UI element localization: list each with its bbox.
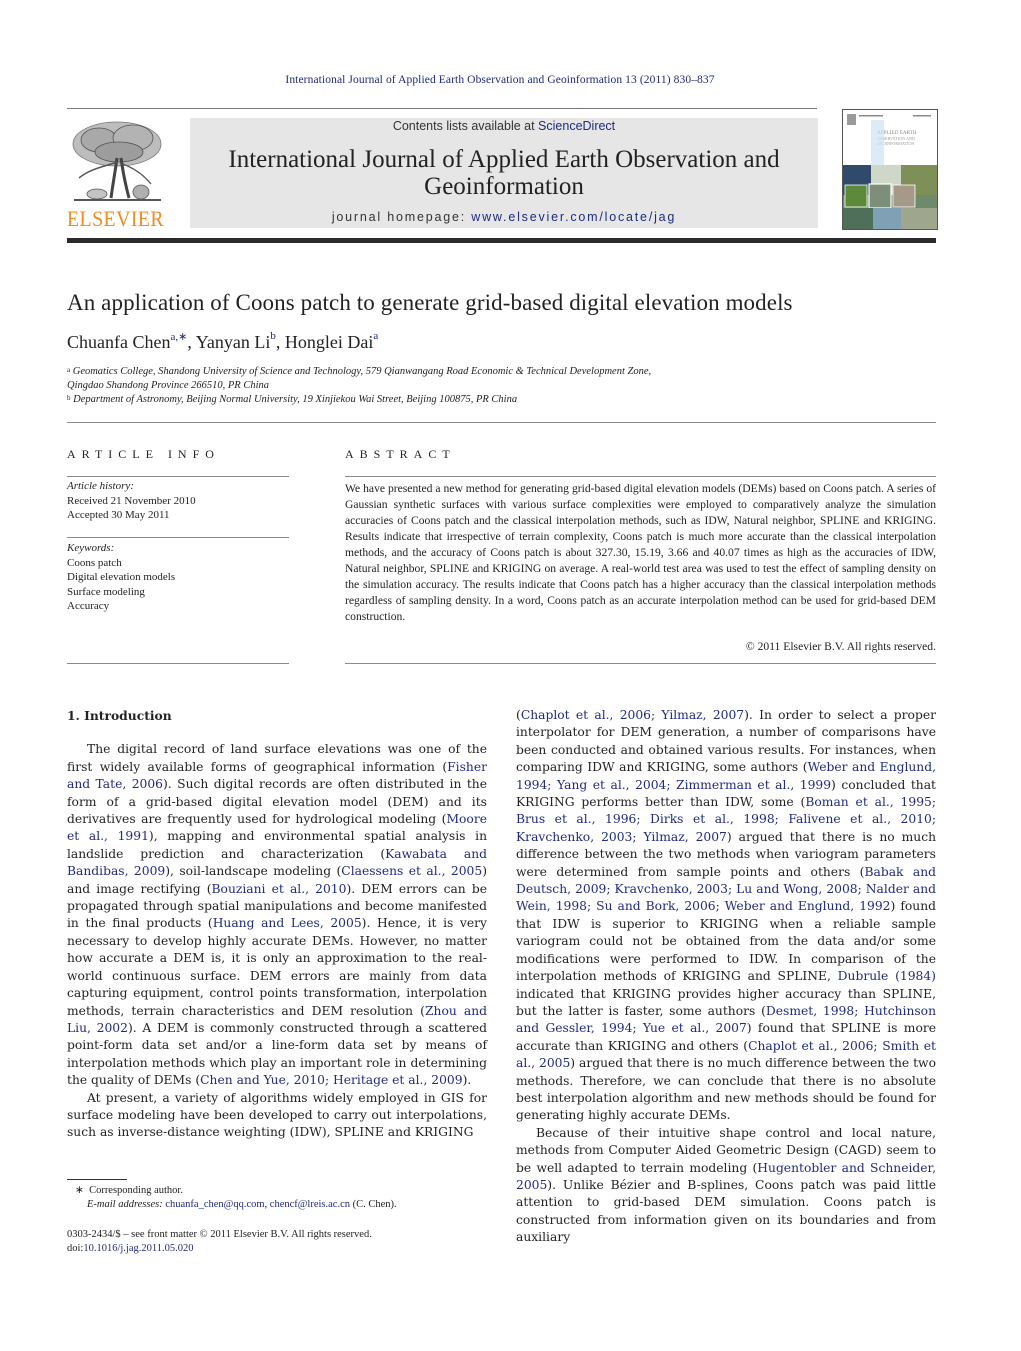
- article-info-rule: [67, 476, 289, 477]
- abstract-bottom-rule: [345, 663, 936, 664]
- affiliation-mark: b: [67, 394, 71, 402]
- homepage-prefix: journal homepage:: [331, 210, 472, 224]
- contents-prefix: Contents lists available at: [392, 119, 539, 133]
- keywords-block: Keywords: Coons patch Digital elevation …: [67, 541, 289, 614]
- journal-masthead: Contents lists available at ScienceDirec…: [190, 118, 818, 228]
- elsevier-logo[interactable]: ELSEVIER: [67, 118, 169, 231]
- section-heading-introduction: 1. Introduction: [67, 708, 172, 723]
- author-affiliation-mark[interactable]: a: [373, 330, 378, 342]
- body-paragraph: (Chaplot et al., 2006; Yilmaz, 2007). In…: [516, 707, 936, 1125]
- article-info-heading: ARTICLE INFO: [67, 447, 220, 461]
- keywords-label: Keywords:: [67, 542, 115, 554]
- doi-prefix: doi:: [67, 1243, 84, 1254]
- elsevier-wordmark: ELSEVIER: [67, 206, 165, 231]
- email-label: E-mail addresses:: [87, 1199, 166, 1210]
- corresponding-author-note: ∗ Corresponding author.: [75, 1184, 183, 1196]
- header-rule: [67, 108, 817, 109]
- body-text: The digital record of land surface eleva…: [67, 742, 487, 774]
- abstract-text: We have presented a new method for gener…: [345, 482, 936, 623]
- citation-link[interactable]: Chaplot et al., 2006; Yilmaz, 2007: [521, 708, 744, 722]
- email-suffix: (C. Chen).: [350, 1199, 397, 1210]
- body-text: ).: [462, 1073, 472, 1088]
- citation-link[interactable]: Bouziani et al., 2010: [212, 882, 347, 896]
- journal-homepage-link[interactable]: www.elsevier.com/locate/jag: [471, 210, 676, 224]
- affiliation-text: Qingdao Shandong Province 266510, PR Chi…: [67, 380, 270, 391]
- running-head[interactable]: International Journal of Applied Earth O…: [0, 74, 1000, 86]
- author-affiliation-mark[interactable]: a,∗: [170, 331, 187, 343]
- citation-link[interactable]: Dubrule (1984): [838, 969, 936, 983]
- keyword: Surface modeling: [67, 585, 145, 598]
- abstract-copyright: © 2011 Elsevier B.V. All rights reserved…: [745, 640, 936, 653]
- author-list: Chuanfa Chena,∗, Yanyan Lib, Honglei Dai…: [67, 330, 378, 353]
- email-note: E-mail addresses: chuanfa_chen@qq.com, c…: [87, 1199, 397, 1210]
- body-left-column: 1. Introduction The digital record of la…: [67, 707, 487, 1142]
- corresponding-text: Corresponding author.: [89, 1185, 183, 1196]
- author-name: Yanyan Li: [195, 332, 271, 352]
- abstract-heading: ABSTRACT: [345, 447, 456, 461]
- affiliation-a-continued: Qingdao Shandong Province 266510, PR Chi…: [67, 380, 269, 391]
- paper-title: An application of Coons patch to generat…: [67, 290, 793, 315]
- keyword: Accuracy: [67, 600, 110, 612]
- keyword: Digital elevation models: [67, 571, 176, 583]
- body-paragraph: At present, a variety of algorithms wide…: [67, 1090, 487, 1142]
- email-link[interactable]: chencf@lreis.ac.cn: [270, 1199, 350, 1210]
- elsevier-tree-icon: [72, 121, 162, 201]
- cover-art-icon: APPLIED EARTH OBSERVATION AND GEOINFORMA…: [843, 110, 937, 229]
- accepted-date: Accepted 30 May 2011: [67, 509, 170, 521]
- affiliation-a: a Geomatics College, Shandong University…: [67, 366, 651, 377]
- body-text: ). Unlike Bézier and B-splines, Coons pa…: [516, 1177, 936, 1245]
- body-text: ) argued that there is no much differenc…: [516, 1056, 936, 1123]
- masthead-thick-rule: [67, 238, 936, 243]
- received-date: Received 21 November 2010: [67, 494, 196, 507]
- body-paragraph: The digital record of land surface eleva…: [67, 741, 487, 1089]
- affiliation-text: Department of Astronomy, Beijing Normal …: [73, 394, 518, 405]
- author-name: Honglei Dai: [284, 332, 374, 352]
- abstract-rule: [345, 476, 936, 477]
- body-paragraph: Because of their intuitive shape control…: [516, 1125, 936, 1247]
- body-right-column: (Chaplot et al., 2006; Yilmaz, 2007). In…: [516, 707, 936, 1247]
- body-text: At present, a variety of algorithms wide…: [67, 1090, 487, 1140]
- article-history-label: Article history:: [67, 480, 134, 492]
- sciencedirect-link[interactable]: ScienceDirect: [538, 119, 615, 133]
- issn-line: 0303-2434/$ – see front matter © 2011 El…: [67, 1229, 372, 1240]
- doi-link[interactable]: 10.1016/j.jag.2011.05.020: [83, 1243, 193, 1254]
- article-info-bottom-rule: [67, 663, 289, 664]
- body-text: ). Hence, it is very necessary to develo…: [67, 916, 487, 1018]
- contents-line: Contents lists available at ScienceDirec…: [190, 119, 818, 133]
- corresponding-mark: ∗: [75, 1185, 84, 1196]
- title-block-rule: [67, 422, 936, 423]
- affiliation-mark: a: [67, 366, 71, 374]
- email-link[interactable]: chuanfa_chen@qq.com: [165, 1199, 264, 1210]
- article-history: Article history: Received 21 November 20…: [67, 479, 289, 523]
- journal-title: International Journal of Applied Earth O…: [228, 146, 780, 200]
- citation-link[interactable]: Claessens et al., 2005: [341, 864, 482, 878]
- doi-line: doi:10.1016/j.jag.2011.05.020: [67, 1243, 194, 1254]
- author-separator: ,: [275, 332, 285, 352]
- author-name: Chuanfa Chen: [67, 332, 171, 352]
- homepage-line: journal homepage: www.elsevier.com/locat…: [190, 210, 818, 224]
- keywords-rule: [67, 537, 289, 538]
- affiliation-text: Geomatics College, Shandong University o…: [72, 366, 652, 377]
- author-affiliation-mark[interactable]: b: [270, 330, 276, 342]
- footnote-rule: [67, 1179, 127, 1180]
- journal-cover-image[interactable]: APPLIED EARTH OBSERVATION AND GEOINFORMA…: [842, 109, 938, 230]
- body-text: ), soil-landscape modeling (: [165, 864, 342, 879]
- affiliation-b: b Department of Astronomy, Beijing Norma…: [67, 394, 517, 405]
- citation-link[interactable]: Chen and Yue, 2010; Heritage et al., 200…: [200, 1073, 462, 1087]
- author-separator: ,: [187, 332, 196, 352]
- keyword: Coons patch: [67, 556, 122, 569]
- citation-link[interactable]: Huang and Lees, 2005: [213, 916, 362, 930]
